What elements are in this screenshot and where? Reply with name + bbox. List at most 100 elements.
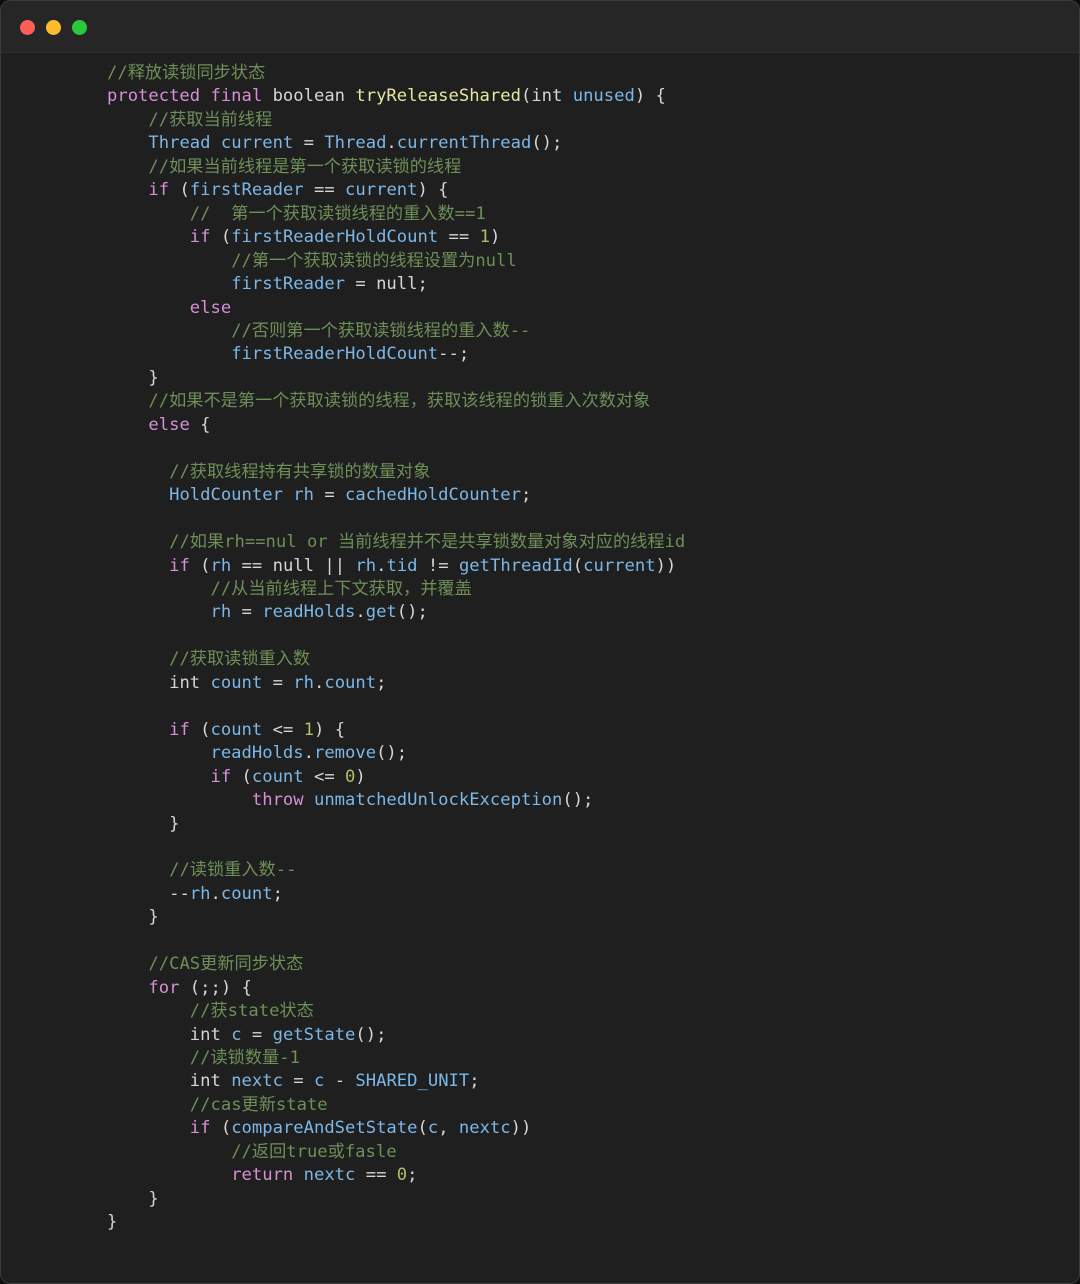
code-token: //获取线程持有共享锁的数量对象 xyxy=(169,461,431,482)
minimize-button[interactable] xyxy=(46,20,61,35)
code-token: rh xyxy=(189,883,211,904)
code-token: != xyxy=(417,555,459,576)
code-line: } xyxy=(107,367,1079,390)
code-token: null xyxy=(376,274,418,295)
code-token: count xyxy=(220,883,273,904)
code-token: || xyxy=(314,555,356,576)
close-button[interactable] xyxy=(20,20,35,35)
code-token: null xyxy=(272,555,315,576)
code-block[interactable]: //释放读锁同步状态 protected final boolean tryRe… xyxy=(1,62,1079,1235)
code-token: //读锁重入数-- xyxy=(169,860,297,881)
code-token: } xyxy=(107,367,159,388)
code-token: if xyxy=(189,1118,211,1139)
code-token: (); xyxy=(562,790,594,811)
code-line: return nextc == 0; xyxy=(107,1164,1079,1187)
code-line: if (rh == null || rh.tid != getThreadId(… xyxy=(107,555,1079,578)
code-token: firstReader xyxy=(231,274,346,295)
code-token: int xyxy=(531,86,573,107)
code-token: firstReaderHoldCount xyxy=(231,344,439,365)
code-token: //获取读锁重入数 xyxy=(169,649,311,670)
code-line: //否则第一个获取读锁线程的重入数-- xyxy=(107,320,1079,343)
code-token: for xyxy=(148,977,180,998)
code-token: 1 xyxy=(479,227,490,248)
code-line: firstReader = null; xyxy=(107,273,1079,296)
code-token: currentThread xyxy=(396,133,532,154)
code-token: else xyxy=(189,297,232,318)
code-line: //如果不是第一个获取读锁的线程，获取该线程的锁重入次数对象 xyxy=(107,390,1079,413)
code-line: int count = rh.count; xyxy=(107,672,1079,695)
code-token: count xyxy=(210,672,263,693)
code-token: if xyxy=(189,227,211,248)
code-token: if xyxy=(169,555,190,576)
code-token: HoldCounter rh xyxy=(169,485,314,506)
code-token: ( xyxy=(572,555,584,576)
code-line: //读锁数量-1 xyxy=(107,1047,1079,1070)
code-line: //返回true或fasle xyxy=(107,1141,1079,1164)
code-token: readHolds xyxy=(262,602,356,623)
code-token: //如果rh==nul or 当前线程并不是共享锁数量对象对应的线程id xyxy=(169,532,686,553)
code-token: nextc xyxy=(458,1118,511,1139)
code-token: 0 xyxy=(345,766,356,787)
code-token: c xyxy=(314,1071,325,1092)
code-token: rh xyxy=(210,555,232,576)
code-token: //返回true或fasle xyxy=(231,1141,397,1162)
code-token: if xyxy=(148,180,170,201)
code-token: . xyxy=(355,602,366,623)
code-viewport[interactable]: //释放读锁同步状态 protected final boolean tryRe… xyxy=(1,53,1079,1283)
code-line: // 第一个获取读锁线程的重入数==1 xyxy=(107,203,1079,226)
code-line: } xyxy=(107,906,1079,929)
code-token: count xyxy=(324,672,377,693)
code-line: //如果rh==nul or 当前线程并不是共享锁数量对象对应的线程id xyxy=(107,531,1079,554)
code-line: //CAS更新同步状态 xyxy=(107,953,1079,976)
code-line: int nextc = c - SHARED_UNIT; xyxy=(107,1070,1079,1093)
code-token: ; xyxy=(520,485,532,506)
maximize-button[interactable] xyxy=(72,20,87,35)
code-token: ( xyxy=(520,86,532,107)
code-token: = xyxy=(241,1024,273,1045)
code-token: <= xyxy=(303,766,346,787)
code-token: ( xyxy=(417,1118,428,1139)
code-token: //cas更新state xyxy=(189,1094,328,1115)
code-token: readHolds xyxy=(210,743,304,764)
code-token: (); xyxy=(531,133,563,154)
code-token: //获state状态 xyxy=(189,1001,314,1022)
code-token: } xyxy=(107,1212,118,1233)
code-line: readHolds.remove(); xyxy=(107,742,1079,765)
code-token: count xyxy=(210,719,263,740)
code-token: throw xyxy=(251,790,304,811)
code-token: //释放读锁同步状态 xyxy=(107,63,266,83)
code-line: int c = getState(); xyxy=(107,1024,1079,1047)
code-token: } xyxy=(107,907,159,928)
code-line: } xyxy=(107,1211,1079,1234)
code-token: . xyxy=(210,883,221,904)
code-token: get xyxy=(365,602,397,623)
code-token: rh xyxy=(210,602,232,623)
code-line: } xyxy=(107,1188,1079,1211)
code-token: int xyxy=(169,672,211,693)
code-line: firstReaderHoldCount--; xyxy=(107,343,1079,366)
code-token: tryReleaseShared xyxy=(355,86,521,107)
code-token: ) xyxy=(489,227,501,248)
code-token: ( xyxy=(189,719,211,740)
code-line: //释放读锁同步状态 xyxy=(107,62,1079,85)
code-token: ) xyxy=(355,766,366,787)
